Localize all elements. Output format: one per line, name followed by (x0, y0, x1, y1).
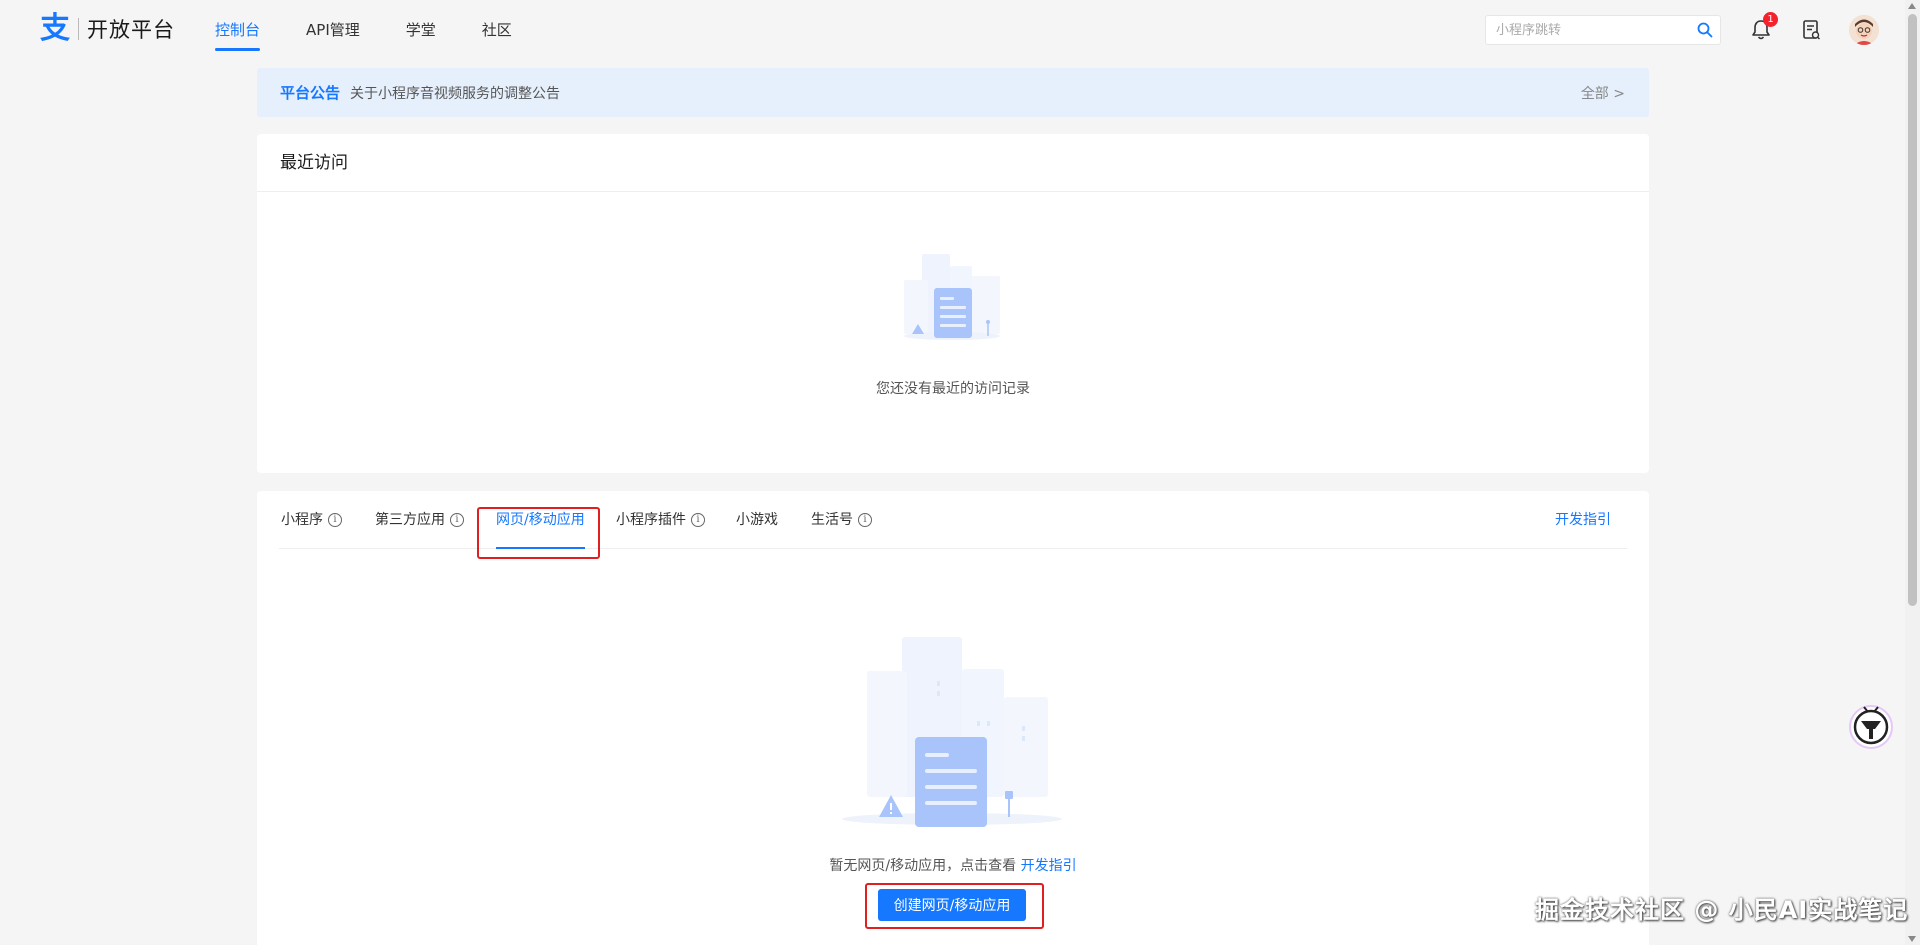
logo-text: 开放平台 (87, 18, 175, 42)
info-icon[interactable]: i (858, 513, 872, 527)
tab-lifestyle-account[interactable]: 生活号 i (811, 491, 872, 549)
alipay-icon: 支 (40, 11, 70, 46)
notice-link[interactable]: 关于小程序音视频服务的调整公告 (350, 83, 1581, 103)
nav-community[interactable]: 社区 (482, 0, 512, 60)
info-icon[interactable]: i (691, 513, 705, 527)
scroll-down-arrow-icon[interactable] (1908, 936, 1916, 942)
empty-apps-text: 暂无网页/移动应用，点击查看 开发指引 (257, 855, 1649, 875)
recent-visits-card: 最近访问 您还没有最近的访问记录 (257, 134, 1649, 473)
tab-web-mobile-app[interactable]: 网页/移动应用 (496, 491, 585, 549)
nav-console[interactable]: 控制台 (215, 0, 261, 60)
notice-title: 平台公告 (280, 84, 341, 102)
empty-apps-illustration (842, 637, 1062, 827)
tab-mini-program[interactable]: 小程序 i (281, 491, 342, 549)
app-type-tabs: 小程序 i 第三方应用 i 网页/移动应用 小程序插件 i 小游戏 生活号 i 开发指引 (279, 491, 1627, 549)
tab-third-party-app[interactable]: 第三方应用 i (375, 491, 464, 549)
vertical-scrollbar[interactable] (1905, 0, 1920, 945)
recent-visits-title: 最近访问 (257, 134, 1649, 192)
empty-recent-text: 您还没有最近的访问记录 (876, 381, 1030, 397)
tab-label: 第三方应用 (375, 512, 445, 528)
empty-apps-message: 暂无网页/移动应用，点击查看 (829, 858, 1021, 874)
tab-label: 生活号 (811, 512, 853, 528)
search-input[interactable] (1486, 22, 1690, 38)
alipay-logo[interactable]: 支 开放平台 (38, 12, 175, 46)
info-icon[interactable]: i (328, 513, 342, 527)
platform-notice-bar: 平台公告 关于小程序音视频服务的调整公告 全部 > (257, 68, 1649, 117)
info-icon[interactable]: i (450, 513, 464, 527)
apps-card: 小程序 i 第三方应用 i 网页/移动应用 小程序插件 i 小游戏 生活号 i 开发指引 (257, 491, 1649, 945)
empty-recent-illustration (904, 254, 1000, 340)
search-box (1485, 15, 1721, 45)
tab-label: 小程序插件 (616, 512, 686, 528)
logo-divider (78, 18, 79, 40)
scroll-thumb[interactable] (1908, 14, 1917, 606)
tab-label: 网页/移动应用 (496, 512, 585, 528)
assistant-float-icon[interactable] (1847, 701, 1895, 751)
empty-dev-guide-link[interactable]: 开发指引 (1021, 858, 1077, 874)
scroll-up-arrow-icon[interactable] (1908, 3, 1916, 9)
top-header: 支 开放平台 控制台 API管理 学堂 社区 1 (0, 0, 1905, 60)
nav-api-management[interactable]: API管理 (306, 0, 360, 60)
create-web-mobile-app-button[interactable]: 创建网页/移动应用 (878, 889, 1026, 921)
tab-mini-program-plugin[interactable]: 小程序插件 i (616, 491, 705, 549)
document-icon[interactable] (1797, 16, 1825, 44)
search-icon[interactable] (1690, 16, 1720, 44)
tab-label: 小程序 (281, 512, 323, 528)
notice-all-link[interactable]: 全部 > (1581, 83, 1625, 103)
watermark-text: 掘金技术社区 @ 小民AI实战笔记 (1535, 896, 1909, 924)
tab-label: 小游戏 (736, 512, 778, 528)
nav-academy[interactable]: 学堂 (406, 0, 436, 60)
notification-badge: 1 (1763, 12, 1778, 27)
dev-guide-link[interactable]: 开发指引 (1555, 491, 1611, 549)
notification-bell-icon[interactable]: 1 (1747, 12, 1778, 44)
main-nav: 控制台 API管理 学堂 社区 (215, 0, 558, 60)
tab-mini-game[interactable]: 小游戏 (736, 491, 778, 549)
user-avatar[interactable] (1849, 15, 1879, 45)
